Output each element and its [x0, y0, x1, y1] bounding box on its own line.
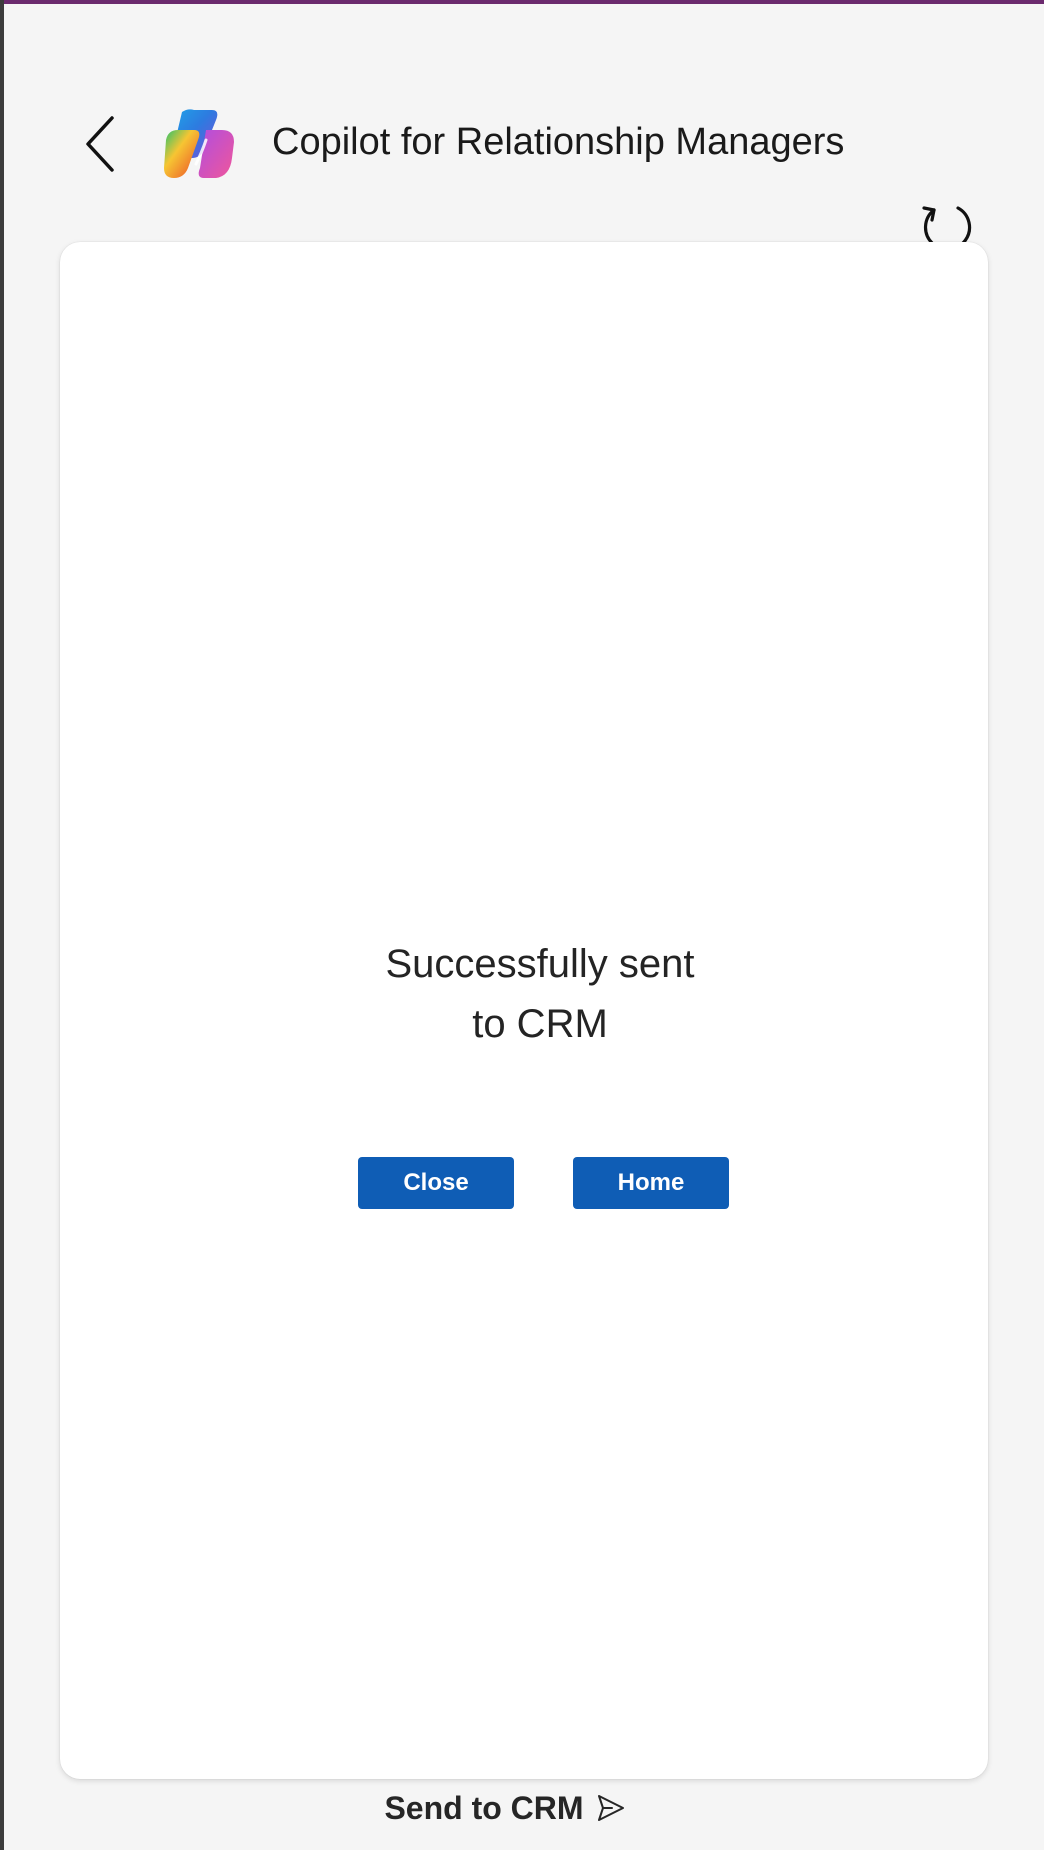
success-message-line-2: to CRM: [472, 1002, 608, 1046]
back-button[interactable]: [72, 108, 128, 180]
send-icon: [597, 1795, 624, 1821]
success-message-line-1: Successfully sent: [385, 942, 695, 986]
confirmation-card: Successfully sent to CRM Close Home: [60, 242, 988, 1779]
app-title: Copilot for Relationship Managers: [272, 121, 845, 163]
home-button[interactable]: Home: [573, 1157, 729, 1209]
send-to-crm-button[interactable]: Send to CRM: [0, 1786, 1010, 1830]
chevron-left-icon: [86, 116, 114, 172]
header: Copilot for Relationship Managers: [0, 96, 1044, 192]
send-to-crm-label: Send to CRM: [384, 1790, 584, 1826]
window-left-border: [0, 0, 4, 1850]
success-message: Successfully sent to CRM: [60, 934, 1020, 1054]
close-button[interactable]: Close: [358, 1157, 514, 1209]
copilot-logo-icon: [160, 106, 238, 182]
window-top-accent: [0, 0, 1044, 4]
